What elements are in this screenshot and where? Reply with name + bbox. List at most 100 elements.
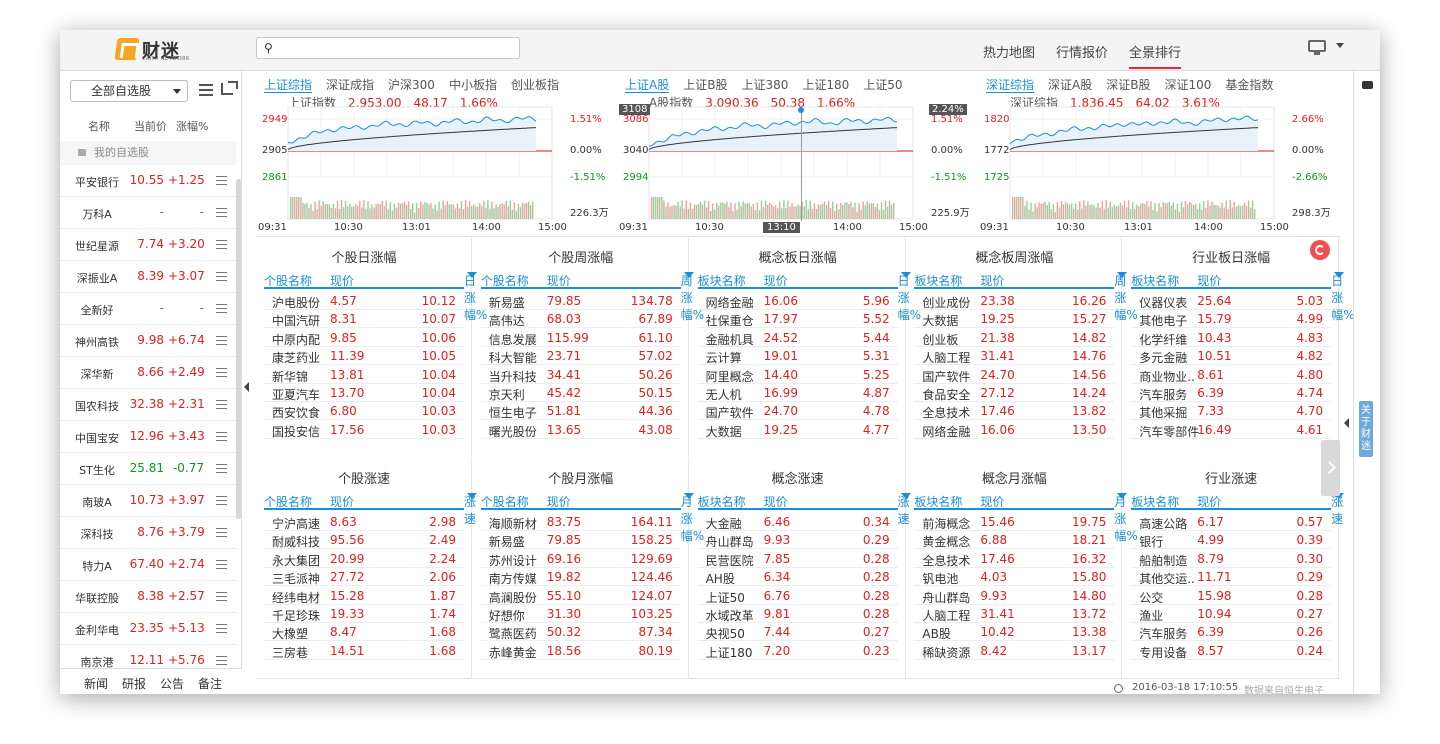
menu-icon[interactable] <box>216 400 227 409</box>
board-row[interactable]: 汽车服务 6.39 4.74 <box>1131 384 1332 402</box>
menu-icon[interactable] <box>216 624 227 633</box>
board-row[interactable]: 宁沪高速 8.63 2.98 <box>264 513 464 531</box>
board-row[interactable]: 大金融 6.46 0.34 <box>697 513 898 531</box>
board-row[interactable]: 国产软件 24.70 14.56 <box>914 366 1115 384</box>
board-row[interactable]: 三毛派神 27.72 2.06 <box>264 568 464 587</box>
col-name[interactable]: 个股名称 <box>264 493 312 510</box>
board-row[interactable]: 康芝药业 11.39 10.05 <box>264 347 464 366</box>
col-name[interactable]: 板块名称 <box>914 493 962 510</box>
tab-notes[interactable]: 备注 <box>198 675 222 692</box>
board-row[interactable]: 化学纤维 10.43 4.83 <box>1131 329 1332 347</box>
board-row[interactable]: 云计算 19.01 5.31 <box>697 347 898 366</box>
menu-icon[interactable] <box>216 176 227 185</box>
chevron-down-icon[interactable] <box>1336 43 1344 48</box>
board-row[interactable]: 稀缺资源 8.42 13.17 <box>914 642 1115 660</box>
chat-icon[interactable] <box>1362 81 1373 89</box>
board-row[interactable]: 汽车零部件 16.49 4.61 <box>1131 421 1332 439</box>
col-price[interactable]: 现价 <box>547 493 571 510</box>
board-row[interactable]: 人脑工程 31.41 14.76 <box>914 347 1115 366</box>
watchlist-row[interactable]: 特力A 67.40 +2.74 <box>60 549 236 581</box>
board-row[interactable]: 多元金融 10.51 4.82 <box>1131 347 1332 366</box>
board-row[interactable]: 专用设备 8.57 0.24 <box>1131 642 1332 660</box>
nav-heatmap[interactable]: 热力地图 <box>983 42 1035 61</box>
board-row[interactable]: 京天利 45.42 50.15 <box>480 384 681 402</box>
board-row[interactable]: 其他电子 15.79 4.99 <box>1131 310 1332 329</box>
board-row[interactable]: 金融机具 24.52 5.44 <box>697 329 898 347</box>
col-price[interactable]: 现价 <box>1197 493 1221 510</box>
nav-quotes[interactable]: 行情报价 <box>1056 42 1108 61</box>
board-row[interactable]: 船舶制造 8.79 0.30 <box>1131 550 1332 568</box>
sidebar-scrollbar[interactable] <box>236 179 241 519</box>
board-row[interactable]: 前海概念 15.46 19.75 <box>914 513 1115 531</box>
board-row[interactable]: 网络金融 16.06 5.96 <box>697 292 898 310</box>
menu-icon[interactable] <box>216 240 227 249</box>
board-row[interactable]: 仪器仪表 25.64 5.03 <box>1131 292 1332 310</box>
col-price[interactable]: 现价 <box>764 493 788 510</box>
board-row[interactable]: 好想你 31.30 103.25 <box>480 605 681 623</box>
board-row[interactable]: 沪电股份 4.57 10.12 <box>264 292 464 310</box>
col-price[interactable]: 现价 <box>980 493 1004 510</box>
menu-icon[interactable] <box>216 304 227 313</box>
menu-icon[interactable] <box>216 496 227 505</box>
refresh-icon[interactable] <box>1310 240 1330 260</box>
intraday-chart[interactable] <box>256 71 614 235</box>
menu-icon[interactable] <box>216 208 227 217</box>
watchlist-row[interactable]: ST生化 25.81 -0.77 <box>60 453 236 485</box>
board-row[interactable]: 其他交运.. 11.71 0.29 <box>1131 568 1332 587</box>
board-row[interactable]: 央视50 7.44 0.27 <box>697 623 898 642</box>
board-row[interactable]: 国投安信 17.56 10.03 <box>264 421 464 439</box>
board-row[interactable]: 上证50 6.76 0.28 <box>697 587 898 605</box>
nav-ranking[interactable]: 全景排行 <box>1129 42 1182 69</box>
watchlist-row[interactable]: 万科A - - <box>60 197 236 229</box>
col-name[interactable]: 板块名称 <box>698 493 746 510</box>
board-row[interactable]: 科大智能 23.71 57.02 <box>480 347 681 366</box>
menu-icon[interactable] <box>216 272 227 281</box>
board-row[interactable]: 网络金融 16.06 13.50 <box>914 421 1115 439</box>
board-row[interactable]: 耐威科技 95.56 2.49 <box>264 531 464 550</box>
board-row[interactable]: 全息技术 17.46 13.82 <box>914 402 1115 421</box>
col-name[interactable]: 板块名称 <box>698 272 746 289</box>
watchlist-group[interactable]: 我的自选股 <box>60 141 236 165</box>
board-row[interactable]: 人脑工程 31.41 13.72 <box>914 605 1115 623</box>
board-row[interactable]: 汽车服务 6.39 0.26 <box>1131 623 1332 642</box>
menu-icon[interactable] <box>216 464 227 473</box>
next-page-button[interactable] <box>1321 440 1340 496</box>
board-row[interactable]: 大数据 19.25 4.77 <box>697 421 898 439</box>
watchlist-row[interactable]: 深振业A 8.39 +3.07 <box>60 261 236 293</box>
intraday-chart[interactable] <box>617 71 975 235</box>
col-name[interactable]: 名称 <box>88 118 110 134</box>
menu-icon[interactable] <box>216 368 227 377</box>
col-price[interactable]: 当前价 <box>134 118 167 134</box>
watchlist-row[interactable]: 神州高铁 9.98 +6.74 <box>60 325 236 357</box>
board-row[interactable]: 公交 15.98 0.28 <box>1131 587 1332 605</box>
board-row[interactable]: 高伟达 68.03 67.89 <box>480 310 681 329</box>
tab-news[interactable]: 新闻 <box>84 675 108 692</box>
board-row[interactable]: 无人机 16.99 4.87 <box>697 384 898 402</box>
board-row[interactable]: 社保重仓 17.97 5.52 <box>697 310 898 329</box>
board-row[interactable]: 创业板 21.38 14.82 <box>914 329 1115 347</box>
board-row[interactable]: 中国汽研 8.31 10.07 <box>264 310 464 329</box>
board-row[interactable]: 水域改革 9.81 0.28 <box>697 605 898 623</box>
board-row[interactable]: 全息技术 17.46 16.32 <box>914 550 1115 568</box>
col-price[interactable]: 现价 <box>1197 272 1221 289</box>
collapse-right-icon[interactable] <box>1344 418 1349 428</box>
board-row[interactable]: 高速公路 6.17 0.57 <box>1131 513 1332 531</box>
menu-icon[interactable] <box>216 560 227 569</box>
board-row[interactable]: 永大集团 20.99 2.24 <box>264 550 464 568</box>
watchlist-row[interactable]: 南玻A 10.73 +3.97 <box>60 485 236 517</box>
board-row[interactable]: 上证180 7.20 0.23 <box>697 642 898 660</box>
board-row[interactable]: 国产软件 24.70 4.78 <box>697 402 898 421</box>
board-row[interactable]: 当升科技 34.41 50.26 <box>480 366 681 384</box>
board-row[interactable]: 舟山群岛 9.93 0.29 <box>697 531 898 550</box>
board-row[interactable]: AB股 10.42 13.38 <box>914 623 1115 642</box>
tab-research[interactable]: 研报 <box>122 675 146 692</box>
board-row[interactable]: 信息发展 115.99 61.10 <box>480 329 681 347</box>
search-box[interactable]: ⚲ <box>256 37 520 59</box>
board-row[interactable]: 商业物业.. 8.61 4.80 <box>1131 366 1332 384</box>
board-row[interactable]: 舟山群岛 9.93 14.80 <box>914 587 1115 605</box>
col-name[interactable]: 个股名称 <box>481 272 529 289</box>
board-row[interactable]: 苏州设计 69.16 129.69 <box>480 550 681 568</box>
watchlist-row[interactable]: 金利华电 23.35 +5.13 <box>60 613 236 645</box>
board-row[interactable]: 亚夏汽车 13.70 10.04 <box>264 384 464 402</box>
board-row[interactable]: 曙光股份 13.65 43.08 <box>480 421 681 439</box>
